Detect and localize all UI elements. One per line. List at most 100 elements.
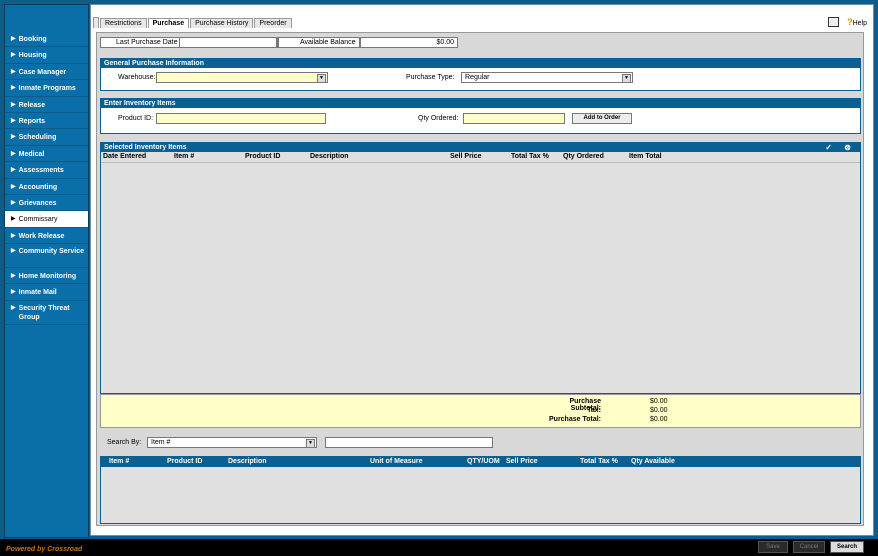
search-button[interactable]: Search	[830, 541, 864, 553]
sidebar-item-commissary[interactable]: ▶ Commissary	[5, 211, 88, 228]
product-id-input[interactable]	[156, 113, 326, 124]
tab-bar: Restrictions Purchase Purchase History P…	[93, 16, 293, 28]
purchase-form: Last Purchase Date Available Balance $0.…	[96, 32, 864, 526]
col-item-number: Item #	[174, 153, 195, 160]
results-col-uom: Unit of Measure	[370, 458, 423, 465]
enter-items-panel: Enter Inventory Items Product ID: Qty Or…	[100, 98, 861, 134]
sidebar-item-reports[interactable]: ▶ Reports	[5, 113, 88, 130]
purchase-type-label: Purchase Type:	[406, 74, 455, 81]
add-to-order-button[interactable]: Add to Order	[572, 113, 632, 124]
selected-items-panel: Selected Inventory Items ✓ ⊗ Date Entere…	[100, 142, 861, 394]
warehouse-label: Warehouse:	[118, 74, 156, 81]
sidebar-item-work-release[interactable]: ▶ Work Release	[5, 228, 88, 245]
balance-label: Available Balance	[300, 39, 356, 46]
search-results-panel: Item # Product ID Description Unit of Me…	[100, 456, 861, 524]
warehouse-select[interactable]: ▼	[156, 72, 328, 83]
sidebar-item-inmate-programs[interactable]: ▶ Inmate Programs	[5, 80, 88, 97]
sidebar-item-community-service[interactable]: ▶ Community Service	[5, 244, 88, 269]
tab-purchase-history[interactable]: Purchase History	[190, 18, 254, 28]
window-icon[interactable]	[828, 17, 840, 27]
enter-items-title: Enter Inventory Items	[101, 99, 860, 108]
sidebar-item-housing[interactable]: ▶ Housing	[5, 47, 88, 64]
col-item-total: Item Total	[629, 153, 662, 160]
save-button[interactable]: Save	[758, 541, 788, 553]
tab-restrictions[interactable]: Restrictions	[100, 18, 147, 28]
sidebar-item-grievances[interactable]: ▶ Grievances	[5, 195, 88, 212]
sidebar-item-label: Assessments	[18, 167, 64, 175]
sidebar-item-label: Accounting	[18, 183, 58, 191]
sidebar-nav: ▶ Booking ▶ Housing ▶ Case Manager ▶ Inmate Pro…	[4, 4, 89, 538]
sidebar-item-booking[interactable]: ▶ Booking	[5, 31, 88, 48]
sidebar-item-release[interactable]: ▶ Release	[5, 97, 88, 113]
sidebar-item-security-threat-group[interactable]: ▶ Security Threat Group	[5, 301, 88, 325]
sidebar-item-case-manager[interactable]: ▶ Case Manager	[5, 64, 88, 81]
selected-items-title-text: Selected Inventory Items	[104, 144, 187, 151]
results-col-total-tax: Total Tax %	[580, 458, 618, 465]
arrow-right-icon: ▶	[11, 36, 16, 42]
col-product-id: Product ID	[245, 153, 281, 160]
purchase-total-label: Purchase Total:	[549, 416, 601, 423]
search-input[interactable]	[325, 437, 493, 448]
arrow-right-icon: ▶	[11, 167, 16, 174]
arrow-right-icon: ▶	[11, 150, 16, 157]
purchase-type-select[interactable]: Regular ▼	[461, 72, 633, 83]
sidebar-item-medical[interactable]: ▶ Medical	[5, 146, 88, 163]
arrow-right-icon: ▶	[11, 248, 16, 255]
help-link[interactable]: ?Help	[847, 17, 867, 27]
check-icon[interactable]: ✓	[825, 143, 832, 152]
sidebar-item-home-monitoring[interactable]: ▶ Home Monitoring	[5, 268, 88, 285]
results-col-item-number: Item #	[109, 458, 130, 465]
sidebar-item-accounting[interactable]: ▶ Accounting	[5, 179, 88, 195]
sidebar-item-scheduling[interactable]: ▶ Scheduling	[5, 129, 88, 146]
help-area: ?Help	[828, 17, 867, 27]
sidebar-item-label: Booking	[18, 36, 47, 43]
sidebar-item-inmate-mail[interactable]: ▶ Inmate Mail	[5, 284, 88, 301]
arrow-right-icon: ▶	[11, 85, 16, 92]
cancel-button[interactable]: Cancel	[793, 541, 825, 553]
footer-bar: Powered by Crossroad Save Cancel Search	[0, 539, 878, 556]
tax-label: Tax:	[587, 407, 601, 414]
col-total-tax: Total Tax %	[511, 153, 549, 160]
col-date-entered: Date Entered	[103, 153, 147, 160]
tab-purchase[interactable]: Purchase	[147, 18, 190, 28]
close-icon[interactable]: ⊗	[844, 143, 851, 152]
arrow-right-icon: ▶	[11, 183, 16, 190]
app-window: ▶ Booking ▶ Housing ▶ Case Manager ▶ Inmate Pro…	[0, 0, 878, 556]
last-purchase-date-field	[179, 37, 277, 48]
chevron-down-icon: ▼	[622, 74, 631, 83]
purchase-type-value: Regular	[465, 74, 490, 81]
selected-items-title: Selected Inventory Items ✓ ⊗	[101, 143, 860, 152]
help-label: Help	[852, 20, 867, 27]
balance-label-box: Available Balance	[278, 37, 360, 48]
search-by-value: Item #	[151, 439, 171, 446]
arrow-right-icon: ▶	[11, 134, 16, 141]
qty-ordered-input[interactable]	[463, 113, 565, 124]
arrow-right-icon: ▶	[11, 117, 16, 124]
sidebar-item-label: Security Threat Group	[18, 304, 70, 321]
sidebar-item-label: Inmate Programs	[18, 85, 76, 93]
sidebar-item-assessments[interactable]: ▶ Assessments	[5, 162, 88, 179]
tab-preorder[interactable]: Preorder	[254, 18, 292, 28]
col-qty-ordered: Qty Ordered	[563, 153, 604, 160]
search-by-label: Search By:	[107, 439, 142, 446]
main-panel: Restrictions Purchase Purchase History P…	[90, 4, 874, 536]
tab-scroll-left[interactable]	[93, 17, 99, 28]
arrow-right-icon: ▶	[11, 289, 16, 296]
general-info-title: General Purchase Information	[101, 59, 860, 68]
chevron-down-icon: ▼	[306, 439, 315, 448]
search-by-select[interactable]: Item # ▼	[147, 437, 317, 448]
sidebar-item-label: Case Manager	[18, 68, 67, 76]
results-col-description: Description	[228, 458, 267, 465]
arrow-right-icon: ▶	[11, 304, 16, 311]
totals-panel: Purchase Subtotal: $0.00 Tax: $0.00 Purc…	[100, 394, 861, 428]
results-col-sell-price: Sell Price	[506, 458, 538, 465]
arrow-right-icon: ▶	[11, 232, 16, 239]
general-info-panel: General Purchase Information Warehouse: …	[100, 58, 861, 91]
sidebar-item-label: Medical	[18, 150, 45, 158]
qty-ordered-label: Qty Ordered:	[418, 115, 459, 122]
powered-by-logo: Powered by Crossroad	[6, 546, 83, 553]
sidebar-item-label: Commissary	[18, 216, 58, 224]
purchase-total-value: $0.00	[650, 416, 668, 423]
sidebar-item-label: Inmate Mail	[18, 289, 57, 297]
sidebar-item-label: Work Release	[18, 232, 65, 240]
